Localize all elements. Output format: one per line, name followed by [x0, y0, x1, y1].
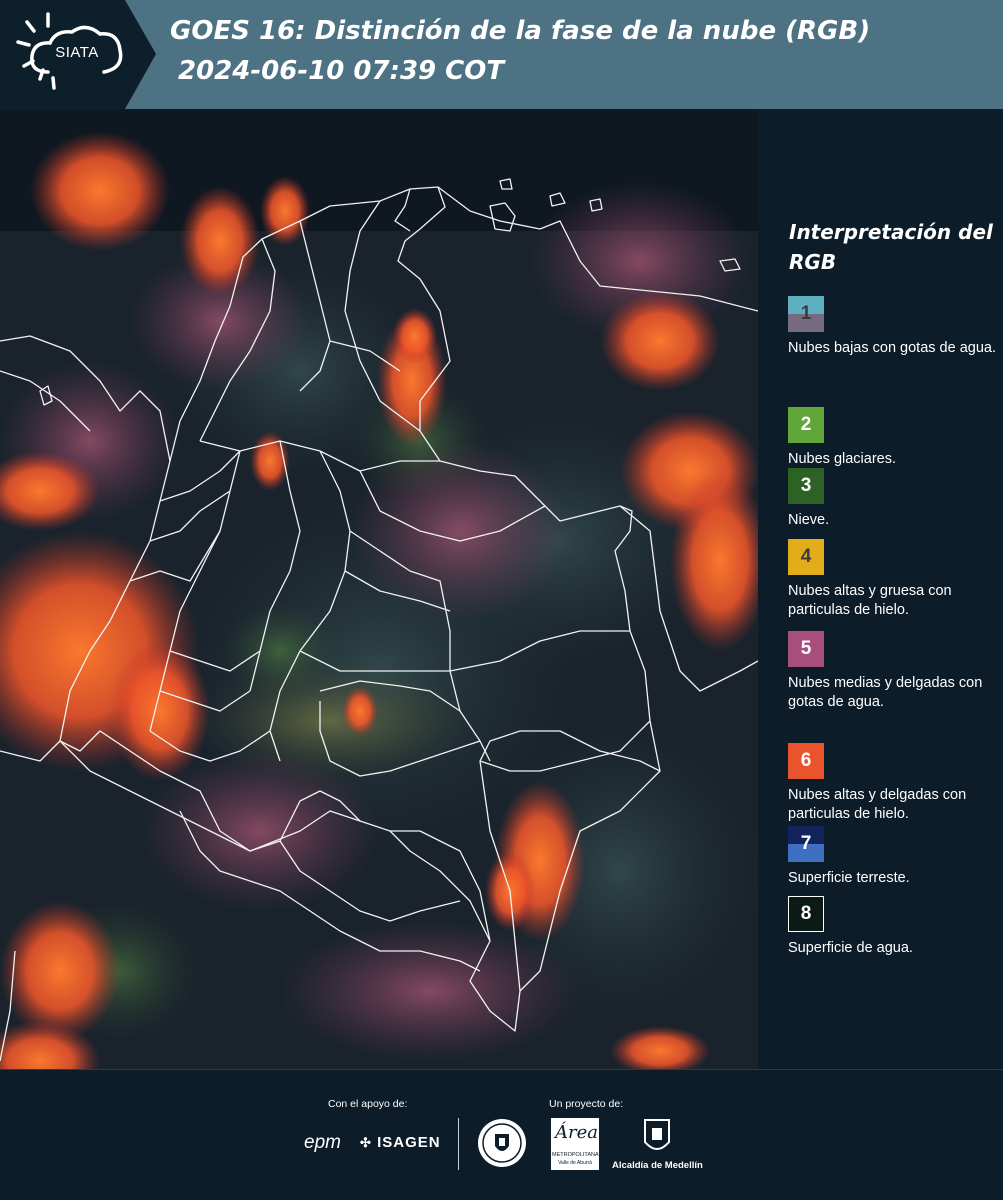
legend-number: 1: [800, 303, 812, 324]
legend-item: 5 Nubes medias y delgadas con gotas de ag…: [788, 631, 1003, 712]
satellite-map: [0, 111, 758, 1069]
legend-number: 6: [800, 750, 812, 771]
legend-label: Superficie de agua.: [788, 940, 913, 956]
legend-label: Nubes altas y delgadas con particulas de…: [788, 787, 967, 822]
seal-logo: [477, 1118, 527, 1172]
footer-divider: [458, 1118, 459, 1170]
isagen-logo: ✣ ISAGEN: [360, 1134, 441, 1151]
legend-number: 4: [800, 546, 812, 567]
project-label: Un proyecto de:: [549, 1098, 624, 1110]
legend-swatch: 4: [788, 539, 824, 575]
legend-number: 7: [800, 833, 812, 854]
epm-logo: epm: [304, 1132, 341, 1153]
legend-title: Interpretación del RGB: [789, 220, 993, 274]
legend-item: 7 Superficie terreste.: [788, 826, 1003, 888]
legend-label: Nubes altas y gruesa con particulas de h…: [788, 583, 952, 618]
page-title: GOES 16: Distinción de la fase de la nub…: [170, 16, 871, 46]
legend-number: 8: [800, 903, 812, 924]
area-metropolitana-logo: Área METROPOLITANA Valle de Aburrá: [551, 1118, 599, 1170]
header-bar: SIATA GOES 16: Distinción de la fase de …: [0, 0, 1003, 109]
legend-swatch: 2: [788, 407, 824, 443]
legend-panel: Interpretación del RGB 1 Nubes bajas con …: [760, 111, 1003, 1069]
alcaldia-shield-icon: [643, 1118, 671, 1162]
legend-item: 6 Nubes altas y delgadas con particulas d…: [788, 743, 1003, 824]
legend-label: Nubes glaciares.: [788, 451, 896, 467]
area-logo-big: Área: [555, 1122, 598, 1143]
legend-item: 2 Nubes glaciares.: [788, 407, 1003, 469]
legend-item: 1 Nubes bajas con gotas de agua.: [788, 296, 1003, 358]
siata-logo: SIATA: [0, 0, 156, 109]
legend-number: 2: [800, 414, 812, 435]
footer: Con el apoyo de: Un proyecto de: epm ✣ I…: [0, 1069, 1003, 1200]
area-logo-name: METROPOLITANA: [552, 1152, 599, 1158]
legend-item: 3 Nieve.: [788, 468, 1003, 530]
isagen-mark-icon: ✣: [360, 1135, 372, 1150]
legend-swatch: 3: [788, 468, 824, 504]
legend-label: Nubes bajas con gotas de agua.: [788, 340, 996, 356]
legend-swatch: 5: [788, 631, 824, 667]
legend-label: Superficie terreste.: [788, 870, 910, 886]
area-logo-sub: Valle de Aburrá: [558, 1160, 592, 1166]
legend-item: 8 Superficie de agua.: [788, 896, 1003, 958]
legend-number: 5: [800, 638, 812, 659]
alcaldia-label: Alcaldía de Medellín: [612, 1160, 703, 1171]
legend-label: Nubes medias y delgadas con gotas de agu…: [788, 675, 983, 710]
legend-swatch: 6: [788, 743, 824, 779]
logo-text: SIATA: [55, 44, 99, 61]
legend-label: Nieve.: [788, 512, 830, 528]
legend-swatch: 1: [788, 296, 824, 332]
isagen-text: ISAGEN: [377, 1134, 441, 1151]
timestamp: 2024-06-10 07:39 COT: [178, 56, 505, 86]
legend-swatch: 8: [788, 896, 824, 932]
legend-number: 3: [800, 475, 812, 496]
legend-swatch: 7: [788, 826, 824, 862]
legend-item: 4 Nubes altas y gruesa con particulas de …: [788, 539, 1003, 620]
support-label: Con el apoyo de:: [328, 1098, 408, 1110]
